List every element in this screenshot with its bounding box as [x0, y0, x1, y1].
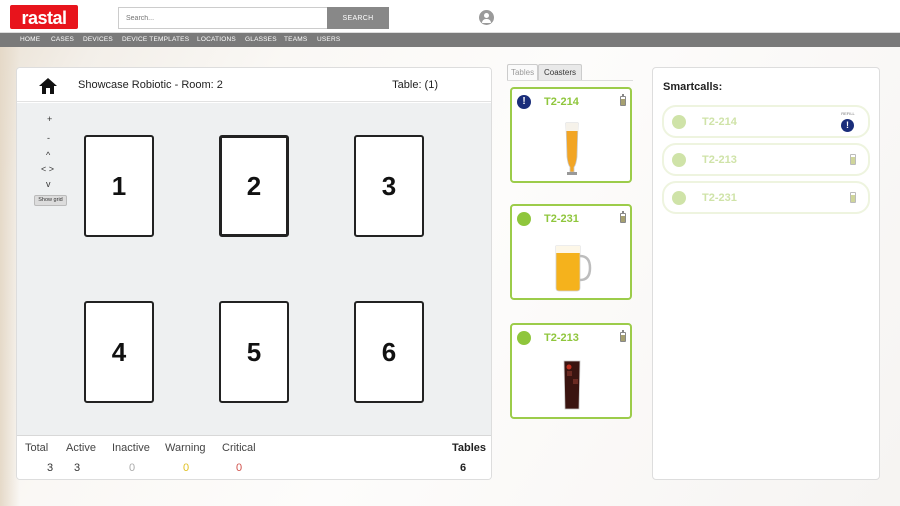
smartcall-item[interactable]: T2-214 REFILL ! — [662, 105, 870, 138]
coaster-name: T2-214 — [544, 96, 579, 108]
tables-value: 6 — [460, 462, 467, 474]
smartcall-name: T2-214 — [702, 116, 737, 128]
nav-item-locations[interactable]: LOCATIONS — [197, 33, 236, 47]
home-icon[interactable] — [39, 78, 57, 94]
inactive-label: Inactive — [112, 442, 150, 454]
nav-item-devices[interactable]: DEVICES — [83, 33, 113, 47]
coaster-card[interactable]: T2-213 — [510, 323, 632, 419]
smartcall-item[interactable]: T2-213 — [662, 143, 870, 176]
table-2[interactable]: 2 — [219, 135, 289, 237]
coaster-card[interactable]: ! T2-214 — [510, 87, 632, 183]
battery-icon — [850, 154, 856, 165]
alert-icon: ! — [517, 95, 531, 109]
warning-label: Warning — [165, 442, 206, 454]
table-layout-canvas[interactable]: + - ^ < > v Show grid 1 2 3 4 5 6 — [17, 103, 491, 435]
battery-icon — [850, 192, 856, 203]
table-5[interactable]: 5 — [219, 301, 289, 403]
battery-icon — [620, 330, 626, 342]
coaster-name: T2-213 — [544, 332, 579, 344]
smartcall-name: T2-213 — [702, 154, 737, 166]
status-dot — [672, 191, 686, 205]
status-active-dot — [517, 212, 531, 226]
inactive-value: 0 — [129, 462, 136, 474]
coaster-name: T2-231 — [544, 213, 579, 225]
tables-label: Tables — [452, 442, 487, 454]
zoom-in-button[interactable]: + — [47, 114, 52, 124]
smartcall-name: T2-231 — [702, 192, 737, 204]
tab-tables[interactable]: Tables — [507, 64, 538, 80]
wheat-beer-glass-icon — [565, 122, 579, 175]
pan-left-right-buttons[interactable]: < > — [41, 164, 54, 174]
show-grid-button[interactable]: Show grid — [34, 195, 67, 206]
top-header: rastal SEARCH — [0, 0, 900, 33]
zoom-out-button[interactable]: - — [47, 133, 50, 143]
table-6[interactable]: 6 — [354, 301, 424, 403]
total-label: Total — [25, 442, 49, 454]
critical-value: 0 — [236, 462, 243, 474]
search-input[interactable] — [118, 7, 328, 29]
nav-item-cases[interactable]: CASES — [51, 33, 74, 47]
status-dot — [672, 153, 686, 167]
cola-glass-icon — [563, 360, 581, 410]
active-value: 3 — [74, 462, 81, 474]
table-3[interactable]: 3 — [354, 135, 424, 237]
rastal-logo[interactable]: rastal — [10, 5, 78, 29]
nav-item-users[interactable]: USERS — [317, 33, 340, 47]
pan-up-button[interactable]: ^ — [46, 150, 50, 160]
smartcalls-panel: Smartcalls: T2-214 REFILL ! T2-213 T2-23… — [652, 67, 880, 480]
table-4[interactable]: 4 — [84, 301, 154, 403]
tab-coasters[interactable]: Coasters — [538, 64, 582, 80]
room-header: Showcase Robiotic - Room: 2 Table: (1) — [17, 68, 491, 102]
battery-icon — [620, 94, 626, 106]
pan-down-button[interactable]: v — [46, 179, 51, 189]
nav-item-glasses[interactable]: GLASSES — [245, 33, 277, 47]
status-summary: Total 3 Active 3 Inactive 0 Warning 0 Cr… — [17, 435, 491, 479]
active-label: Active — [66, 442, 96, 454]
nav-item-teams[interactable]: TEAMS — [284, 33, 307, 47]
main-navigation: HOME CASES DEVICES DEVICE TEMPLATES LOCA… — [0, 33, 900, 47]
tab-divider — [507, 80, 633, 81]
coaster-card[interactable]: T2-231 — [510, 204, 632, 300]
status-dot — [672, 115, 686, 129]
smartcall-item[interactable]: T2-231 — [662, 181, 870, 214]
total-value: 3 — [47, 462, 54, 474]
nav-item-home[interactable]: HOME — [20, 33, 40, 47]
table-1[interactable]: 1 — [84, 135, 154, 237]
critical-label: Critical — [222, 442, 256, 454]
selected-table-label: Table: (1) — [392, 79, 438, 91]
refill-alert-icon: REFILL ! — [841, 111, 855, 132]
status-active-dot — [517, 331, 531, 345]
warning-value: 0 — [183, 462, 190, 474]
room-title: Showcase Robiotic - Room: 2 — [78, 79, 223, 91]
smartcalls-title: Smartcalls: — [663, 81, 723, 93]
beer-mug-icon — [555, 245, 592, 292]
user-account-icon[interactable] — [479, 10, 494, 25]
nav-item-device-templates[interactable]: DEVICE TEMPLATES — [122, 33, 189, 47]
battery-icon — [620, 211, 626, 223]
room-panel: Showcase Robiotic - Room: 2 Table: (1) +… — [16, 67, 492, 480]
search-button[interactable]: SEARCH — [327, 7, 389, 29]
